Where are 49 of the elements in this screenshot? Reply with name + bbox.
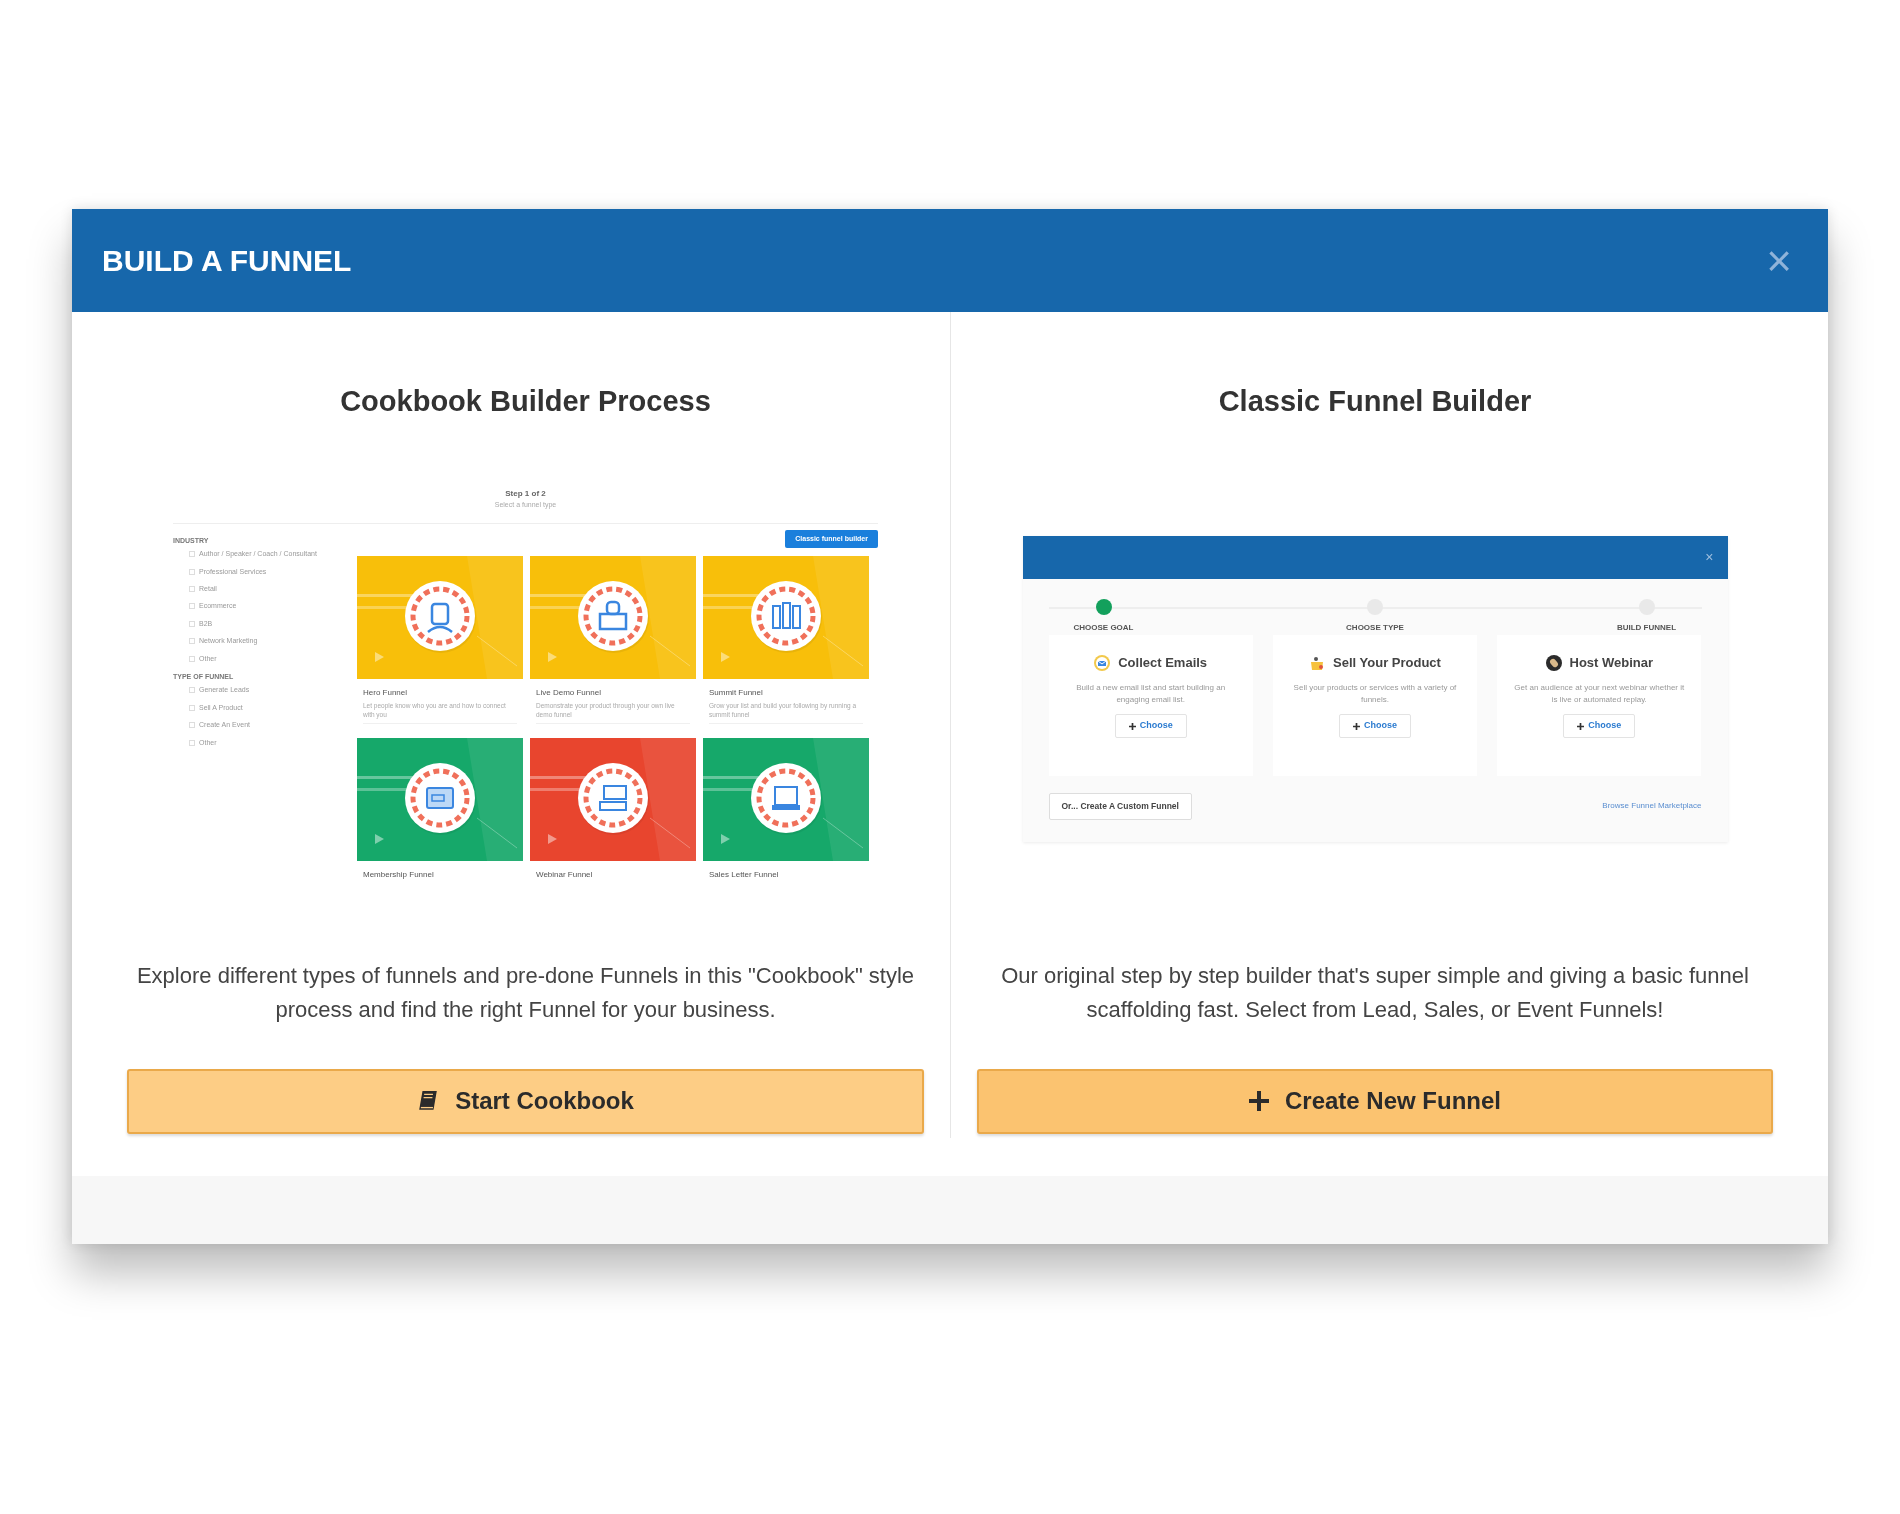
checkbox[interactable]	[189, 638, 195, 645]
checkbox[interactable]	[189, 586, 195, 592]
plus-icon	[1353, 722, 1360, 730]
checkbox[interactable]	[189, 704, 195, 711]
step-label: CHOOSE TYPE	[1345, 621, 1405, 634]
goal-description: Sell your products or services with a variety of funnels.	[1292, 682, 1458, 707]
goal-description: Get an audience at your next webinar whether it is live or automated replay.	[1514, 682, 1685, 707]
close-button[interactable]: ×	[1760, 238, 1798, 283]
goal-description: Build a new email list and start building an engaging email list.	[1075, 682, 1227, 707]
funnel-name[interactable]: Summit Funnel	[709, 687, 869, 700]
checkbox[interactable]	[189, 687, 195, 694]
checkbox[interactable]	[189, 551, 195, 558]
section-heading: Classic Funnel Builder	[1217, 384, 1533, 419]
envelope-icon	[1094, 654, 1111, 671]
goal-title: Host Webinar	[1569, 653, 1654, 672]
step-title: Step 1 of 2	[504, 488, 547, 501]
checkbox[interactable]	[189, 568, 195, 575]
step-label: CHOOSE GOAL	[1072, 621, 1135, 634]
funnel-name[interactable]: Membership Funnel	[363, 869, 523, 882]
section-heading: Cookbook Builder Process	[339, 384, 712, 419]
section-description: Our original step by step builder that's super simple and giving a basic funnel scaffolding fast. Select from Lead, Sales, or Event Funnels!	[1000, 961, 1750, 1024]
modal-title: BUILD A FUNNEL	[102, 242, 352, 279]
goal-title: Collect Emails	[1118, 653, 1208, 672]
plus-icon	[1248, 1091, 1269, 1112]
checkbox[interactable]	[189, 603, 195, 610]
funnel-name[interactable]: Sales Letter Funnel	[709, 869, 869, 882]
funnel-name[interactable]: Webinar Funnel	[536, 869, 696, 882]
microphone-icon	[1545, 654, 1562, 671]
section-description: Explore different types of funnels and pre-done Funnels in this "Cookbook" style process and find the right Funnel for your business.	[135, 961, 916, 1024]
choose-button[interactable]: Choose	[1563, 714, 1636, 738]
checkbox[interactable]	[189, 655, 195, 662]
plus-icon	[1128, 722, 1136, 730]
checkbox[interactable]	[189, 620, 195, 627]
start-button[interactable]: Start Cookbook	[127, 1068, 924, 1134]
checkbox[interactable]	[189, 739, 195, 746]
marketplace-link[interactable]: Browse Funnel Marketplace	[1602, 800, 1702, 813]
funnel-name[interactable]: Hero Funnel	[363, 687, 523, 700]
goal-title: Sell Your Product	[1333, 653, 1441, 672]
step-label: BUILD FUNNEL	[1615, 621, 1678, 634]
plus-icon	[1577, 722, 1585, 730]
funnel-name[interactable]: Live Demo Funnel	[536, 687, 696, 700]
custom-funnel-button[interactable]: Or... Create A Custom Funnel	[1048, 792, 1192, 820]
bag-icon	[1309, 654, 1326, 671]
start-button[interactable]: Create New Funnel	[977, 1068, 1773, 1134]
choose-button[interactable]: Choose	[1114, 714, 1187, 738]
checkbox[interactable]	[189, 722, 195, 729]
book-icon	[417, 1090, 440, 1113]
choose-button[interactable]: Choose	[1339, 714, 1411, 738]
close-button[interactable]: ×	[1705, 546, 1714, 568]
